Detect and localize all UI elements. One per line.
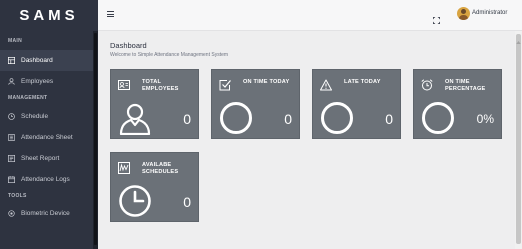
user-icon (8, 78, 15, 85)
sidebar-item-label: Sheet Report (21, 155, 60, 162)
circle-icon (320, 101, 354, 135)
section-label-management: MANAGEMENT (8, 95, 48, 101)
page-scrollbar-thumb[interactable] (516, 34, 521, 244)
card-value: 0 (385, 111, 393, 127)
person-icon (118, 101, 152, 136)
warning-icon (320, 78, 332, 91)
sidebar-item-label: Employees (21, 78, 54, 85)
brand-name: SAMS (19, 7, 79, 24)
id-card-icon (118, 78, 130, 90)
sidebar-item-label: Dashboard (21, 57, 53, 64)
sidebar-item-label: Attendance Sheet (21, 134, 73, 141)
sidebar-item-sheet-report[interactable]: Sheet Report (0, 148, 98, 169)
sheet-icon (8, 134, 15, 141)
sidebar-item-label: Biometric Device (21, 210, 70, 217)
card-label: TOTAL EMPLOYEES (142, 79, 179, 92)
clock-icon (8, 113, 15, 120)
section-label-tools: TOOLS (8, 193, 27, 199)
brand-logo[interactable]: SAMS (0, 0, 98, 31)
sidebar-item-dashboard[interactable]: Dashboard (0, 50, 98, 71)
sidebar-item-label: Schedule (21, 113, 49, 120)
check-square-icon (219, 78, 231, 91)
page-subtitle: Welcome to Simple Attendance Management … (110, 52, 229, 58)
card-on-time-today[interactable]: ON TIME TODAY 0 (211, 69, 300, 139)
dashboard-icon (8, 57, 15, 64)
page-title: Dashboard (110, 41, 147, 50)
sidebar-item-employees[interactable]: Employees (0, 71, 98, 92)
section-label-main: MAIN (8, 38, 22, 44)
calendar-icon (8, 176, 15, 183)
fingerprint-icon (8, 210, 15, 217)
fullscreen-icon[interactable] (432, 11, 441, 25)
sidebar-item-attendance-sheet[interactable]: Attendance Sheet (0, 127, 98, 148)
menu-toggle-icon[interactable] (107, 11, 114, 17)
card-label: LATE TODAY (344, 79, 381, 85)
card-late-today[interactable]: LATE TODAY 0 (312, 69, 401, 139)
sidebar-item-biometric-device[interactable]: Biometric Device (0, 203, 98, 224)
card-label: AVAILABE SCHEDULES (142, 162, 179, 175)
report-icon (8, 155, 15, 162)
sidebar-item-label: Attendance Logs (21, 176, 70, 183)
card-label: ON TIME PERCENTAGE (445, 79, 486, 92)
card-value: 0 (183, 111, 191, 127)
card-value: 0 (183, 194, 191, 210)
sidebar-item-attendance-logs[interactable]: Attendance Logs (0, 169, 98, 190)
card-on-time-percentage[interactable]: ON TIME PERCENTAGE 0% (413, 69, 502, 139)
card-label: ON TIME TODAY (243, 79, 290, 85)
top-bar: Administrator (98, 0, 522, 31)
sidebar-item-schedule[interactable]: Schedule (0, 106, 98, 127)
sidebar-scrollbar-thumb[interactable] (94, 33, 97, 245)
card-available-schedules[interactable]: AVAILABE SCHEDULES 0 (110, 152, 199, 222)
card-total-employees[interactable]: TOTAL EMPLOYEES 0 (110, 69, 199, 139)
scroll-up-icon[interactable] (516, 31, 521, 44)
alarm-clock-icon (421, 78, 433, 91)
clock-icon (118, 184, 152, 218)
circle-icon (421, 101, 455, 135)
circle-icon (219, 101, 253, 135)
schedule-icon (118, 161, 130, 174)
sidebar: SAMS MAIN Dashboard Employees MANAGEMENT… (0, 0, 98, 249)
avatar[interactable] (457, 7, 470, 20)
main-content: Dashboard Welcome to Simple Attendance M… (98, 31, 517, 249)
user-name[interactable]: Administrator (472, 10, 507, 16)
card-value: 0 (284, 111, 292, 127)
card-value: 0% (476, 112, 494, 126)
